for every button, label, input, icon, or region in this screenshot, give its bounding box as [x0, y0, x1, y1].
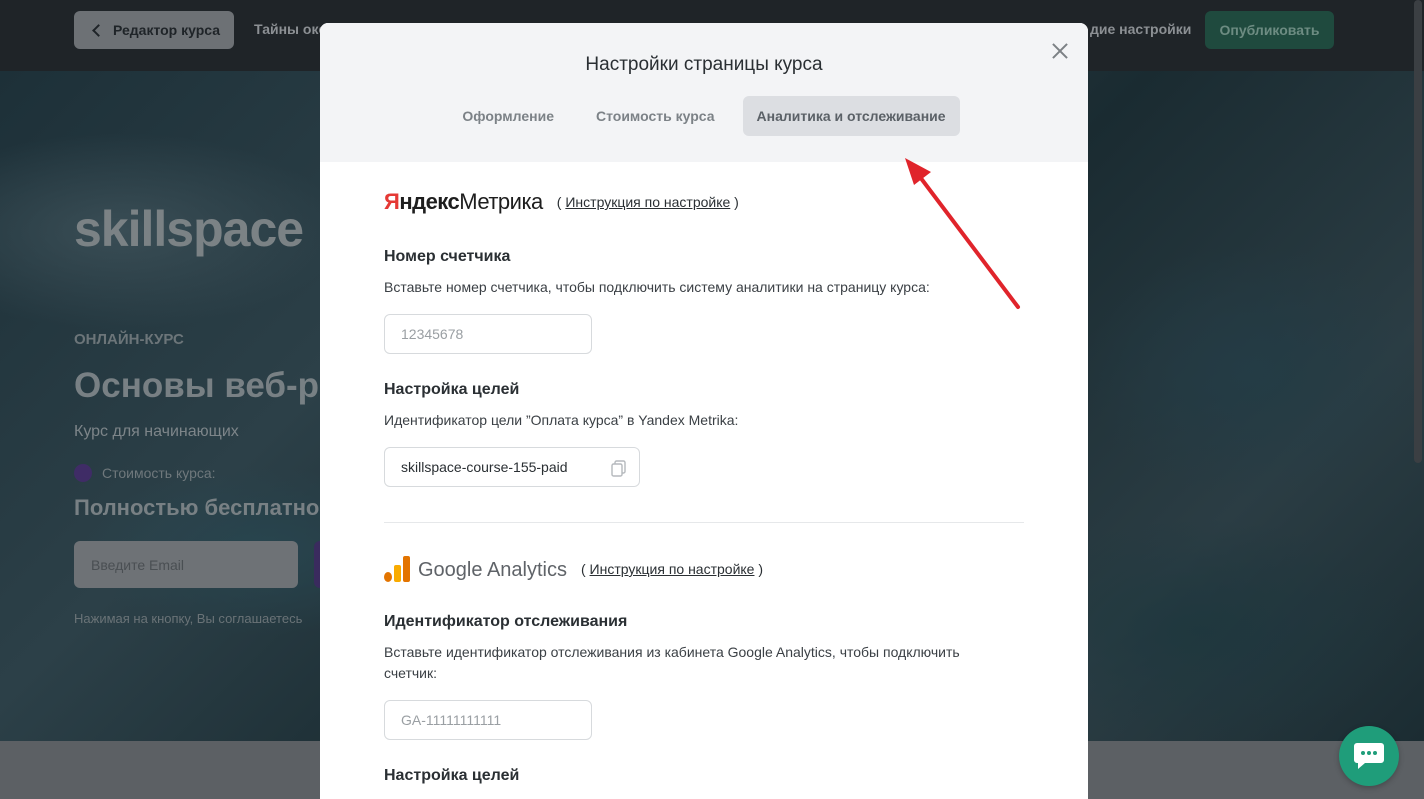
tracking-id-input[interactable]: GA-11111111111 — [384, 700, 592, 740]
close-icon[interactable] — [1048, 39, 1072, 63]
google-analytics-logo: Google Analytics — [384, 556, 567, 582]
modal-header: Настройки страницы курса Оформление Стои… — [320, 23, 1088, 162]
course-subtitle: Курс для начинающих — [74, 423, 239, 440]
skillspace-logo: skillspace — [74, 201, 304, 257]
chat-button[interactable] — [1339, 726, 1399, 786]
page-scrollbar[interactable] — [1414, 0, 1422, 463]
chevron-left-icon — [92, 23, 105, 37]
counter-number-title: Номер счетчика — [384, 248, 511, 265]
back-to-editor-button[interactable]: Редактор курса — [74, 11, 234, 49]
agreement-text: Нажимая на кнопку, Вы соглашаетесь — [74, 611, 303, 626]
tracking-id-title: Идентификатор отслеживания — [384, 613, 628, 630]
yandex-goals-title: Настройка целей — [384, 381, 520, 398]
yandex-metrika-logo: ЯндексМетрика — [384, 189, 543, 214]
email-input[interactable]: Введите Email — [74, 541, 298, 588]
google-instructions: ( Инструкция по настройке ) — [580, 561, 764, 577]
section-divider — [384, 522, 1024, 523]
tab-design[interactable]: Оформление — [448, 96, 568, 136]
tab-analytics[interactable]: Аналитика и отслеживание — [742, 96, 960, 136]
price-label: Стоимость курса: — [102, 465, 216, 481]
back-button-label: Редактор курса — [113, 22, 221, 38]
chat-bubble-icon — [1354, 743, 1384, 769]
general-settings-link[interactable]: дие настройки — [1090, 21, 1191, 37]
counter-number-description: Вставьте номер счетчика, чтобы подключит… — [384, 279, 930, 295]
price-value: Полностью бесплатно — [74, 495, 320, 520]
tab-pricing[interactable]: Стоимость курса — [582, 96, 729, 136]
modal-title: Настройки страницы курса — [585, 54, 823, 75]
yandex-goals-description: Идентификатор цели ”Оплата курса” в Yand… — [384, 412, 739, 428]
counter-number-input[interactable]: 12345678 — [384, 314, 592, 354]
google-instructions-link[interactable]: Инструкция по настройке — [590, 561, 755, 577]
google-analytics-section: Google Analytics ( Инструкция по настрой… — [384, 554, 1024, 584]
price-icon — [74, 464, 92, 482]
google-analytics-icon — [384, 556, 410, 582]
course-breadcrumb[interactable]: Тайны оке — [254, 21, 326, 37]
yandex-instructions: ( Инструкция по настройке ) — [556, 194, 739, 210]
course-title: Основы веб-ра — [74, 366, 339, 405]
yandex-instructions-link[interactable]: Инструкция по настройке — [565, 194, 730, 210]
settings-tabs: Оформление Стоимость курса Аналитика и о… — [320, 96, 1088, 136]
copy-icon[interactable] — [609, 458, 629, 478]
goal-id-field[interactable]: skillspace-course-155-paid — [384, 447, 640, 487]
course-settings-modal: Настройки страницы курса Оформление Стои… — [320, 23, 1088, 799]
tracking-id-description: Вставьте идентификатор отслеживания из к… — [384, 644, 960, 681]
course-kicker: ОНЛАЙН-КУРС — [74, 331, 184, 348]
publish-button[interactable]: Опубликовать — [1205, 11, 1334, 49]
google-goals-title: Настройка целей — [384, 767, 520, 784]
yandex-metrika-section: ЯндексМетрика ( Инструкция по настройке … — [384, 187, 1024, 217]
goal-id-value: skillspace-course-155-paid — [401, 459, 568, 475]
